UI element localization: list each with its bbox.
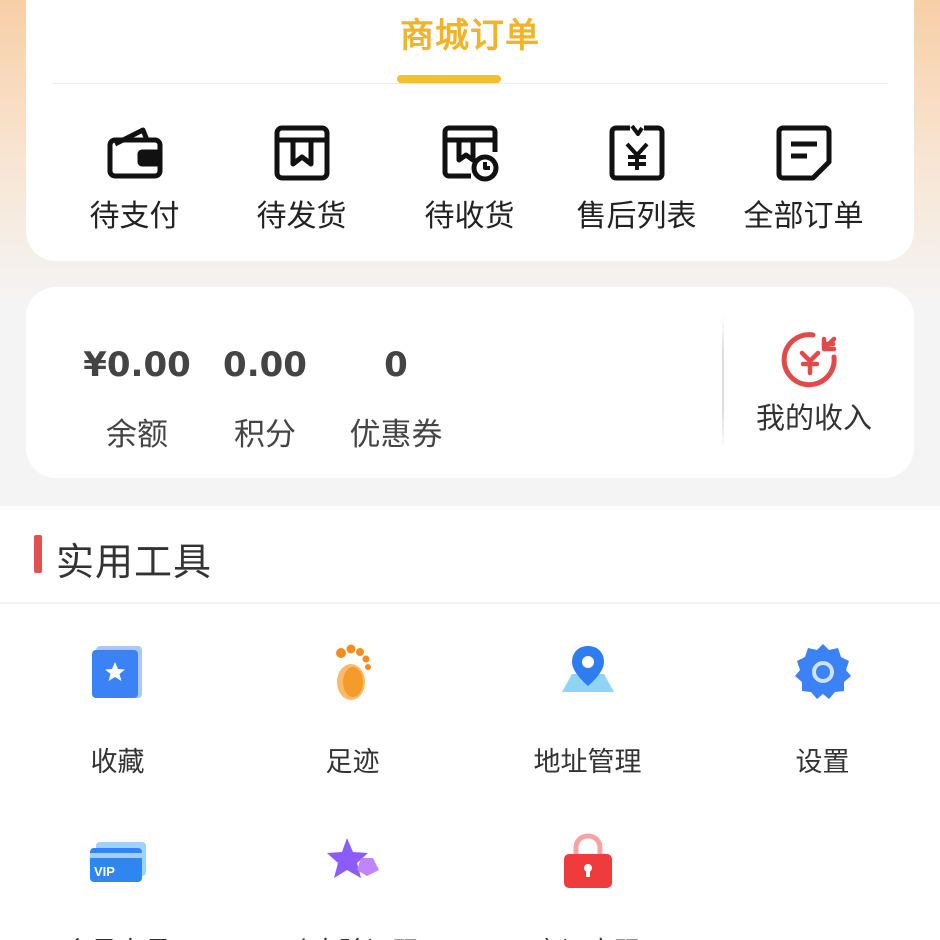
tool-footprints[interactable]: 足迹 <box>235 616 470 796</box>
tool-dynamic-code[interactable]: 动态验证码 <box>235 806 470 940</box>
delivery-clock-icon <box>442 125 498 182</box>
tool-label: 设置 <box>795 747 850 778</box>
order-after-sales[interactable]: 售后列表 <box>553 124 720 234</box>
tool-address-management[interactable]: 地址管理 <box>470 616 705 796</box>
order-item-label: 待收货 <box>424 199 515 234</box>
tool-forgot-password[interactable]: 忘记密码 <box>470 806 705 940</box>
gear-icon <box>794 644 851 699</box>
refund-receipt-icon <box>609 124 664 181</box>
tool-label: 足迹 <box>325 747 380 778</box>
tools-divider <box>0 602 940 604</box>
my-income-label: 我的收入 <box>755 401 872 435</box>
vip-card-icon: VIP <box>89 842 146 882</box>
order-item-label: 售后列表 <box>576 199 697 234</box>
points-value: 0.00 <box>223 345 307 385</box>
order-pending-receipt[interactable]: 待收货 <box>386 124 553 234</box>
tool-label: 会员卡号 <box>0 930 235 940</box>
tool-label: 收藏 <box>90 747 145 778</box>
assets-separator <box>722 315 724 451</box>
mall-orders-card: 商城订单 待支付 待发货 待收货 售后列表 全部订单 <box>26 0 914 261</box>
order-pending-payment[interactable]: 待支付 <box>51 124 218 234</box>
points-stat[interactable]: 0.00 积分 <box>204 287 326 478</box>
order-pending-shipment[interactable]: 待发货 <box>218 124 385 234</box>
section-title-marker <box>34 535 42 573</box>
order-item-label: 待发货 <box>256 199 347 234</box>
my-income-button[interactable]: 我的收入 <box>731 287 914 478</box>
balance-value: ¥0.00 <box>83 345 191 385</box>
order-all[interactable]: 全部订单 <box>720 124 887 234</box>
footprint-icon <box>335 644 371 700</box>
package-icon <box>274 125 329 181</box>
order-item-label: 全部订单 <box>743 199 864 234</box>
coupons-label: 优惠券 <box>349 417 443 453</box>
orders-divider <box>52 83 888 84</box>
tools-section-title: 实用工具 <box>56 540 213 584</box>
tool-favorites[interactable]: 收藏 <box>0 616 235 796</box>
dynamic-star-icon <box>326 838 379 878</box>
income-icon <box>781 332 837 388</box>
balance-stat[interactable]: ¥0.00 余额 <box>76 287 198 478</box>
tool-label: 地址管理 <box>533 747 642 778</box>
order-item-label: 待支付 <box>89 199 180 234</box>
lock-icon <box>563 833 612 888</box>
points-label: 积分 <box>234 417 296 453</box>
active-tab-indicator <box>397 75 501 83</box>
assets-card: ¥0.00 余额 0.00 积分 0 优惠券 我的收入 <box>26 287 914 478</box>
coupons-stat[interactable]: 0 优惠券 <box>336 287 456 478</box>
document-icon <box>776 125 831 181</box>
wallet-icon <box>107 127 162 179</box>
svg-text:VIP: VIP <box>94 864 115 879</box>
tool-member-card[interactable]: VIP 会员卡号 <box>0 806 235 940</box>
tool-settings[interactable]: 设置 <box>705 616 940 796</box>
map-pin-icon <box>561 646 614 692</box>
tools-section: 实用工具 收藏 足迹 地址管理 设置 VIP <box>0 506 940 940</box>
mall-orders-tab-title[interactable]: 商城订单 <box>26 8 914 57</box>
coupons-value: 0 <box>384 345 408 385</box>
tool-label: 动态验证码 <box>235 930 470 940</box>
tool-label: 忘记密码 <box>470 930 705 940</box>
balance-label: 余额 <box>106 417 168 453</box>
star-bookmark-icon <box>91 646 142 698</box>
